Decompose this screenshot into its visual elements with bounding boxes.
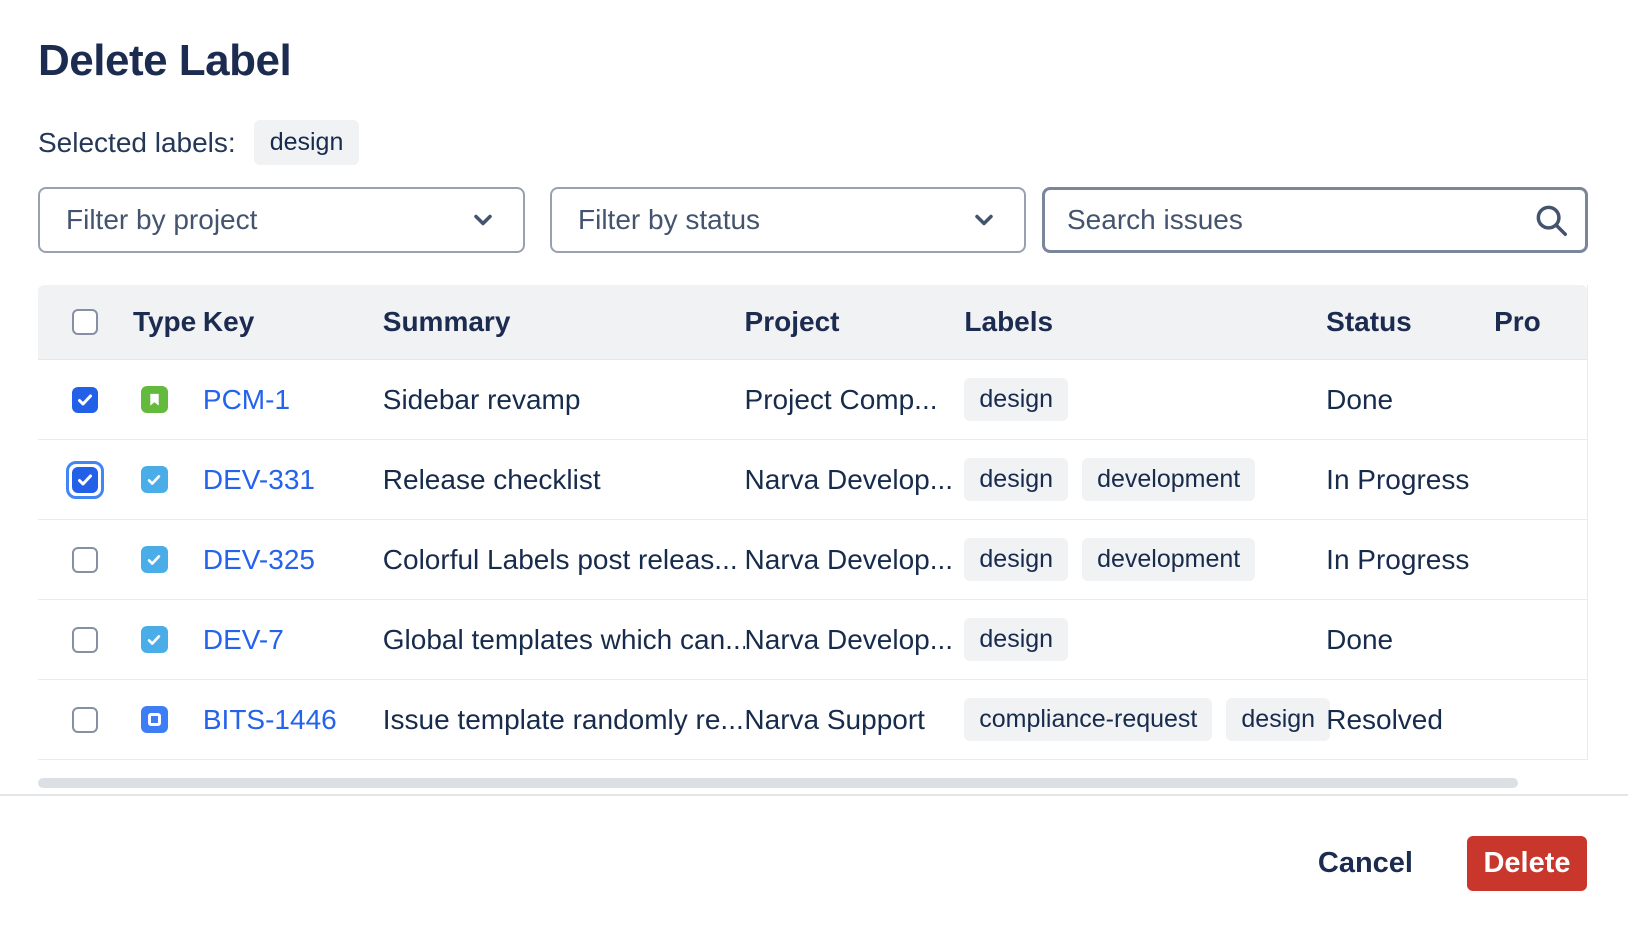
label-chip: design (964, 378, 1068, 421)
issue-key-link[interactable]: DEV-331 (203, 464, 315, 495)
label-chip: design (1226, 698, 1330, 741)
chevron-down-icon (970, 206, 998, 234)
story-icon (141, 386, 168, 413)
header-project: Project (745, 306, 965, 338)
issue-key-link[interactable]: BITS-1446 (203, 704, 337, 735)
row-checkbox[interactable] (72, 627, 98, 653)
label-chip: design (964, 618, 1068, 661)
issue-project: Narva Develop... (745, 464, 965, 496)
header-key: Key (203, 306, 383, 338)
cancel-button[interactable]: Cancel (1304, 837, 1427, 890)
table-row: DEV-331 Release checklist Narva Develop.… (38, 440, 1587, 520)
issue-summary: Issue template randomly re... (383, 704, 745, 736)
row-checkbox[interactable] (72, 547, 98, 573)
issue-project: Project Comp... (745, 384, 965, 416)
issues-table: Type Key Summary Project Labels Status P… (38, 285, 1588, 760)
selected-labels-caption: Selected labels: (38, 127, 236, 159)
table-row: BITS-1446 Issue template randomly re... … (38, 680, 1587, 760)
header-checkbox-cell (38, 303, 133, 341)
issue-status: In Progress (1326, 544, 1494, 576)
issue-project: Narva Develop... (745, 544, 965, 576)
subtask-icon (141, 706, 168, 733)
delete-button[interactable]: Delete (1467, 836, 1587, 891)
horizontal-scrollbar-thumb[interactable] (38, 778, 1518, 788)
page-title: Delete Label (38, 36, 1628, 86)
issue-project: Narva Support (744, 704, 964, 736)
filters-bar: Filter by project Filter by status (38, 187, 1628, 253)
horizontal-scrollbar (38, 778, 1588, 788)
filter-by-status-select[interactable]: Filter by status (550, 187, 1026, 253)
label-chip: development (1082, 538, 1255, 581)
table-row: PCM-1 Sidebar revamp Project Comp... des… (38, 360, 1587, 440)
label-chip: design (964, 458, 1068, 501)
issue-summary: Release checklist (383, 464, 745, 496)
issue-status: Done (1326, 384, 1494, 416)
table-row: DEV-325 Colorful Labels post releas... N… (38, 520, 1587, 600)
search-input[interactable] (1042, 187, 1588, 253)
table-row: DEV-7 Global templates which can... Narv… (38, 600, 1587, 680)
header-priority: Pro (1494, 306, 1587, 338)
issue-summary: Sidebar revamp (383, 384, 745, 416)
row-checkbox[interactable] (72, 387, 98, 413)
issue-status: Done (1326, 624, 1494, 656)
dialog-footer: Cancel Delete (0, 796, 1628, 891)
task-icon (141, 466, 168, 493)
issue-key-link[interactable]: DEV-7 (203, 624, 284, 655)
label-chip: design (964, 538, 1068, 581)
task-icon (141, 546, 168, 573)
issue-project: Narva Develop... (745, 624, 965, 656)
delete-label-dialog: Delete Label Selected labels: design Fil… (0, 36, 1628, 944)
search-issues-field (1042, 187, 1588, 253)
issue-summary: Global templates which can... (383, 624, 745, 656)
filter-by-project-select[interactable]: Filter by project (38, 187, 525, 253)
selected-labels-row: Selected labels: design (38, 120, 1628, 165)
filter-by-project-label: Filter by project (66, 204, 257, 236)
issue-key-link[interactable]: PCM-1 (203, 384, 290, 415)
filter-by-status-label: Filter by status (578, 204, 760, 236)
issue-status: In Progress (1326, 464, 1494, 496)
row-checkbox[interactable] (72, 467, 98, 493)
header-labels: Labels (964, 306, 1326, 338)
select-all-checkbox[interactable] (72, 309, 98, 335)
label-chip: compliance-request (964, 698, 1212, 741)
row-checkbox[interactable] (72, 707, 98, 733)
task-icon (141, 626, 168, 653)
issue-summary: Colorful Labels post releas... (383, 544, 745, 576)
header-status: Status (1326, 306, 1494, 338)
issue-status: Resolved (1326, 704, 1494, 736)
label-chip: development (1082, 458, 1255, 501)
chevron-down-icon (469, 206, 497, 234)
issue-key-link[interactable]: DEV-325 (203, 544, 315, 575)
table-header-row: Type Key Summary Project Labels Status P… (38, 285, 1587, 360)
selected-label-chip: design (254, 120, 360, 165)
header-summary: Summary (383, 306, 745, 338)
header-type: Type (133, 306, 203, 338)
